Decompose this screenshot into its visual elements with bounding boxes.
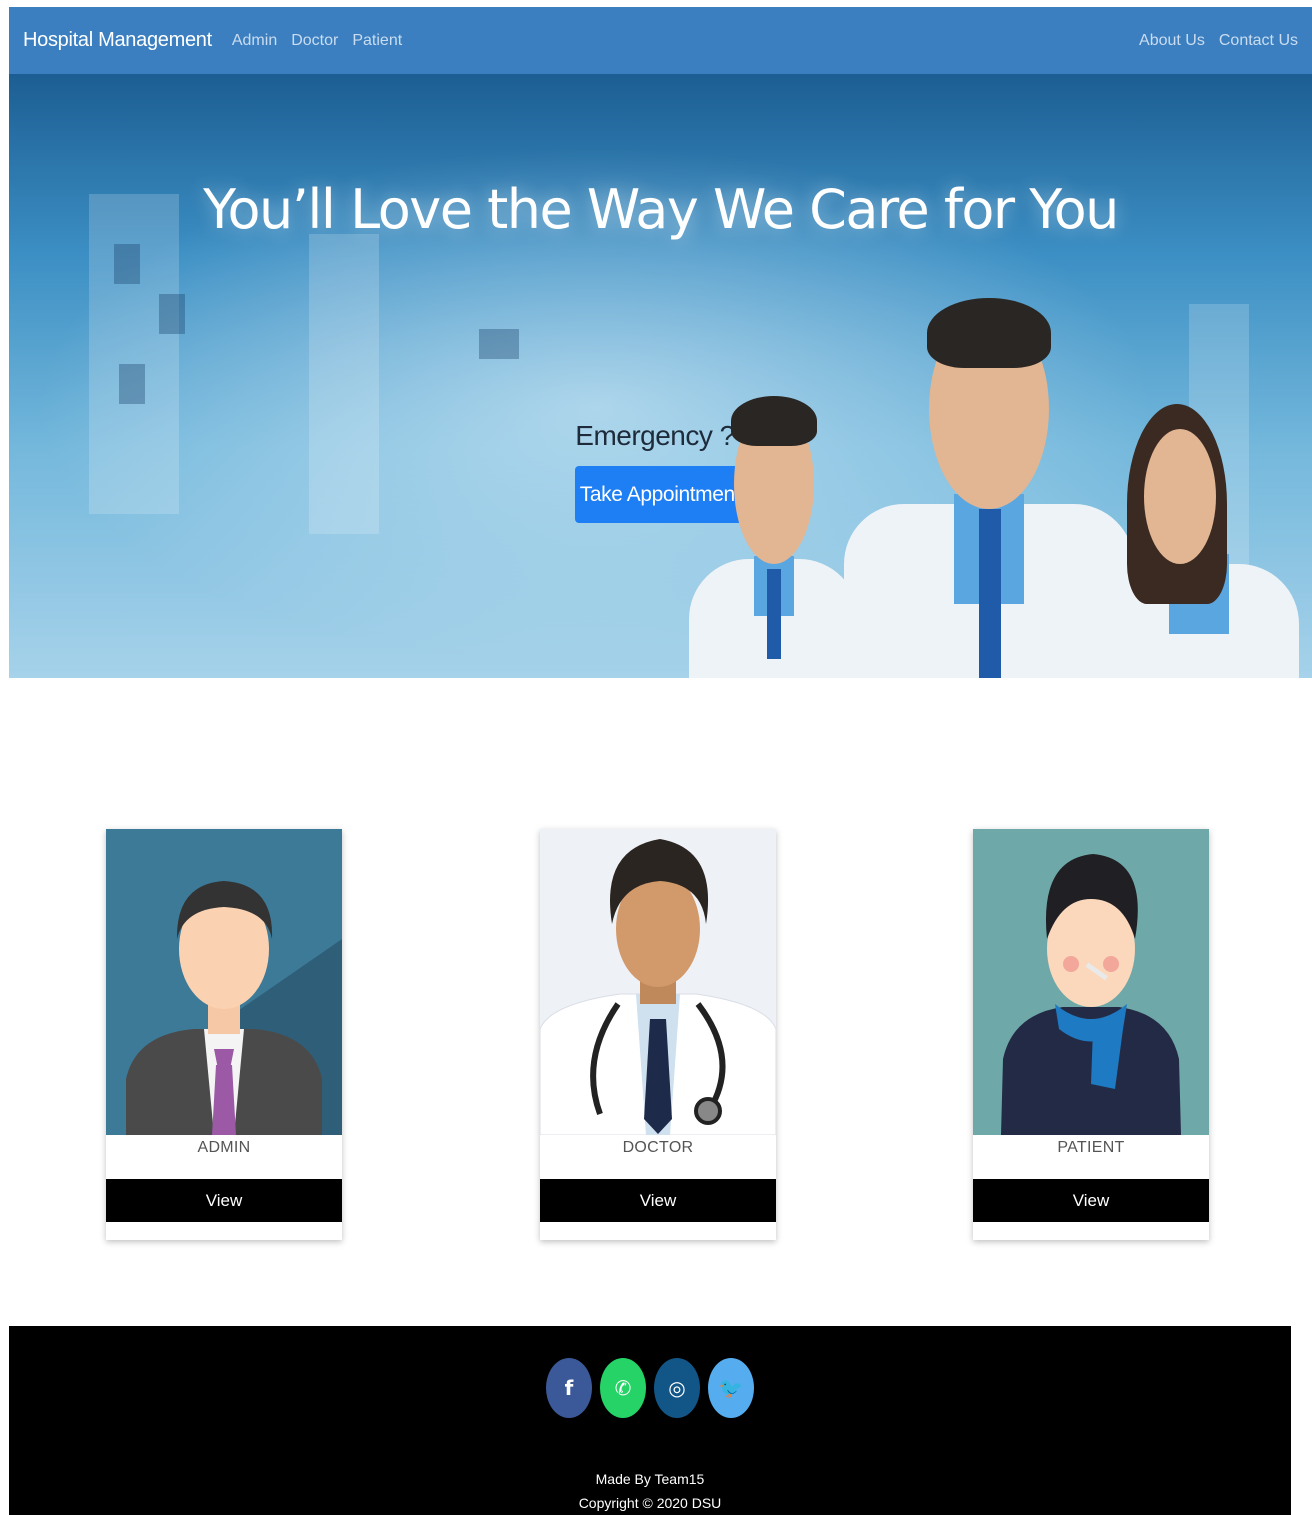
doctor-left-hair (731, 396, 817, 446)
social-links: f ✆ ◎ 🐦 (9, 1358, 1291, 1418)
patient-avatar-svg (1001, 854, 1181, 1135)
hero-window-shade (119, 364, 145, 404)
made-by-text: Made By Team15 (595, 1471, 705, 1487)
hero-window (89, 194, 179, 514)
hero-window (309, 234, 379, 534)
hero-window-shade (114, 244, 140, 284)
whatsapp-icon[interactable]: ✆ (600, 1358, 646, 1418)
doctor-center-hair (927, 298, 1051, 368)
doctor-card-label: DOCTOR (622, 1139, 694, 1156)
doctor-avatar-icon (540, 829, 776, 1135)
admin-avatar-icon (106, 829, 342, 1135)
doctor-avatar-svg (540, 839, 776, 1135)
nav-link-doctor[interactable]: Doctor (291, 32, 338, 50)
brand-link[interactable]: Hospital Management (23, 29, 212, 52)
nav-right: About Us Contact Us (1125, 32, 1298, 50)
facebook-icon[interactable]: f (546, 1358, 592, 1418)
doctors-illustration (679, 294, 1312, 678)
instagram-icon[interactable]: ◎ (654, 1358, 700, 1418)
copyright-text: Copyright © 2020 DSU (578, 1495, 722, 1511)
hero-banner: You’ll Love the Way We Care for You Emer… (9, 74, 1312, 678)
nav-link-patient[interactable]: Patient (352, 32, 402, 50)
patient-view-button[interactable]: View (973, 1179, 1209, 1222)
doctor-card: DOCTOR View (540, 829, 776, 1240)
nav-link-admin[interactable]: Admin (232, 32, 277, 50)
patient-card: PATIENT View (973, 829, 1209, 1240)
page: Hospital Management Admin Doctor Patient… (0, 0, 1312, 1515)
hero-title: You’ll Love the Way We Care for You (203, 178, 1119, 241)
nav-link-contact-us[interactable]: Contact Us (1219, 32, 1298, 50)
hero-window-shade (159, 294, 185, 334)
hero-window-shade (479, 329, 519, 359)
nav-link-about-us[interactable]: About Us (1139, 32, 1205, 50)
admin-card: ADMIN View (106, 829, 342, 1240)
admin-view-button[interactable]: View (106, 1179, 342, 1222)
footer: f ✆ ◎ 🐦 Made By Team15 Copyright © 2020 … (9, 1326, 1291, 1515)
navbar: Hospital Management Admin Doctor Patient… (9, 7, 1312, 74)
admin-avatar-svg (126, 881, 342, 1135)
twitter-icon[interactable]: 🐦 (708, 1358, 754, 1418)
doctor-left-tie (767, 569, 781, 659)
doctor-view-button[interactable]: View (540, 1179, 776, 1222)
doctor-right-face (1144, 429, 1216, 564)
doctor-center-tie (979, 509, 1001, 678)
admin-card-label: ADMIN (197, 1139, 251, 1156)
patient-card-label: PATIENT (1057, 1139, 1125, 1156)
patient-avatar-icon (973, 829, 1209, 1135)
